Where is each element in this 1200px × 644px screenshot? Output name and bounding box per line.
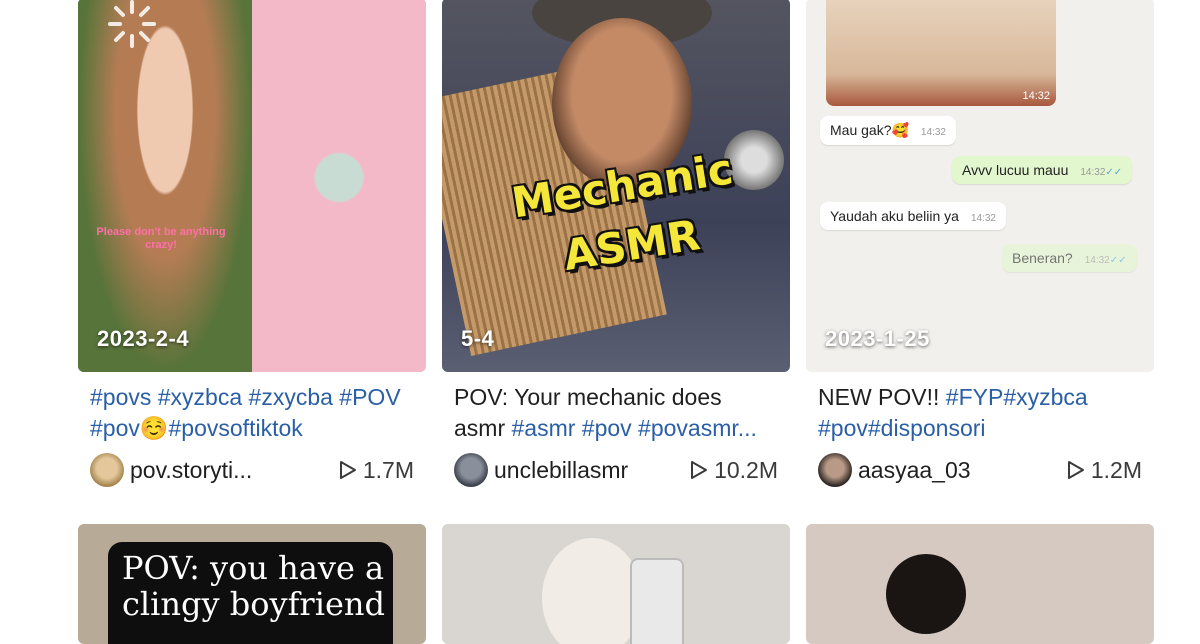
video-caption[interactable]: NEW POV!! #FYP#xyzbca #pov#disponsori: [818, 382, 1142, 444]
avatar[interactable]: [90, 453, 124, 487]
video-date: 5-4: [461, 326, 495, 351]
views-label: 1.2M: [1090, 456, 1142, 483]
thumbnail-person: [886, 554, 966, 634]
message-time: 14:32: [970, 213, 996, 224]
avatar[interactable]: [818, 453, 852, 487]
video-overlay-text: POV: you have a clingy boyfriend: [122, 549, 385, 623]
chat-bubble: Avvv lucuu mauu 14:32✓✓: [952, 156, 1133, 184]
play-icon: [691, 461, 708, 479]
author[interactable]: aasyaa_03: [818, 453, 971, 487]
play-icon: [1067, 461, 1084, 479]
thumbnail-image-right: [252, 0, 426, 372]
thumbnail-image-left: [78, 0, 252, 372]
message-text: Avvv lucuu mauu: [962, 162, 1069, 178]
video-thumbnail[interactable]: 14:32 Mau gak?🥰 14:32 Avvv lucuu mauu 14:3…: [806, 0, 1154, 372]
message-time: 14:32: [920, 127, 946, 138]
video-thumbnail[interactable]: [442, 524, 790, 644]
play-icon: [339, 461, 356, 479]
username[interactable]: unclebillasmr: [494, 457, 628, 484]
chat-bubble: Beneran? 14:32✓✓: [1002, 244, 1137, 272]
message-text: Yaudah aku beliin ya: [830, 208, 959, 224]
loading-spinner-icon: [108, 0, 156, 48]
video-card[interactable]: Mechanic ASMR 5-4 POV: Your mechanic doe…: [442, 0, 790, 488]
caption-text: NEW POV!!: [818, 384, 946, 410]
read-receipt-icon: ✓✓: [1105, 167, 1123, 178]
message-text: Mau gak?🥰: [830, 122, 909, 138]
username[interactable]: pov.storyti...: [130, 457, 252, 484]
read-receipt-icon: ✓✓: [1109, 255, 1127, 266]
video-card[interactable]: 14:32 Mau gak?🥰 14:32 Avvv lucuu mauu 14:3…: [806, 0, 1154, 488]
view-count: 1.7M: [339, 457, 414, 484]
author[interactable]: unclebillasmr: [454, 453, 628, 487]
video-date: 2023-1-25: [825, 326, 930, 351]
chat-bubble: Mau gak?🥰 14:32: [820, 116, 956, 145]
message-time: 14:32: [1080, 167, 1106, 178]
thumbnail-phone: [630, 558, 684, 644]
message-text: Beneran?: [1012, 250, 1073, 266]
video-meta: unclebillasmr 10.2M: [454, 452, 778, 488]
video-card[interactable]: [442, 524, 790, 644]
video-caption[interactable]: POV: Your mechanic does asmr #asmr #pov …: [454, 382, 778, 444]
video-card[interactable]: Please don't be anything crazy! 2023-2-4…: [78, 0, 426, 488]
video-overlay-text: Please don't be anything crazy!: [96, 226, 226, 251]
chat-bubble: Yaudah aku beliin ya 14:32: [820, 202, 1006, 230]
video-thumbnail[interactable]: Please don't be anything crazy! 2023-2-4: [78, 0, 426, 372]
video-thumbnail[interactable]: POV: you have a clingy boyfriend: [78, 524, 426, 644]
video-caption[interactable]: #povs #xyzbca #zxycba #POV #pov☺️#povsof…: [90, 382, 414, 444]
author[interactable]: pov.storyti...: [90, 453, 252, 487]
view-count: 1.2M: [1067, 457, 1142, 484]
video-card[interactable]: [806, 524, 1154, 644]
video-thumbnail[interactable]: [806, 524, 1154, 644]
hashtag-link[interactable]: #asmr #pov #povasmr...: [512, 415, 757, 441]
image-timestamp: 14:32: [1022, 90, 1050, 102]
emoji: ☺️: [139, 415, 169, 441]
video-card[interactable]: POV: you have a clingy boyfriend: [78, 524, 426, 644]
avatar[interactable]: [454, 453, 488, 487]
views-label: 10.2M: [714, 456, 778, 483]
video-thumbnail[interactable]: Mechanic ASMR 5-4: [442, 0, 790, 372]
view-count: 10.2M: [690, 457, 778, 484]
video-date: 2023-2-4: [97, 326, 190, 351]
message-time: 14:32: [1084, 255, 1110, 266]
thumbnail-face: [542, 538, 642, 644]
views-label: 1.7M: [362, 456, 414, 483]
video-meta: aasyaa_03 1.2M: [818, 452, 1142, 488]
video-meta: pov.storyti... 1.7M: [90, 452, 414, 488]
hashtag-link[interactable]: #povsoftiktok: [169, 415, 303, 441]
username[interactable]: aasyaa_03: [858, 457, 971, 484]
chat-image: 14:32: [826, 0, 1056, 106]
